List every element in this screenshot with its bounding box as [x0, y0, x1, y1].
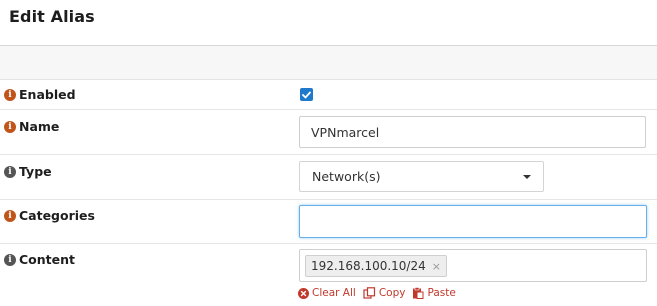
row-type: i Type Network(s) [0, 155, 657, 200]
times-circle-icon [298, 287, 309, 299]
copy-icon [363, 287, 376, 299]
categories-input[interactable] [299, 205, 647, 238]
content-label-group: i Content [4, 252, 75, 267]
info-icon[interactable]: i [4, 253, 16, 266]
page-header: Edit Alias [0, 0, 657, 46]
row-name: i Name VPNmarcel [0, 110, 657, 155]
copy-button[interactable]: Copy [363, 287, 406, 299]
check-icon [302, 91, 311, 98]
info-icon[interactable]: i [4, 120, 16, 133]
clear-all-label: Clear All [312, 287, 356, 299]
name-input-value: VPNmarcel [311, 124, 380, 140]
content-actions: Clear All Copy Paste [298, 287, 463, 299]
info-icon[interactable]: i [4, 88, 16, 101]
tag-remove-icon[interactable]: × [432, 260, 441, 273]
content-tag: 192.168.100.10/24 × [305, 255, 447, 277]
content-tag-label: 192.168.100.10/24 [311, 259, 426, 273]
name-input[interactable]: VPNmarcel [299, 116, 646, 148]
categories-label-group: i Categories [4, 208, 95, 223]
info-icon[interactable]: i [4, 209, 16, 222]
name-label-group: i Name [4, 119, 59, 134]
clear-all-button[interactable]: Clear All [298, 287, 356, 299]
content-label: Content [19, 252, 75, 267]
type-label-group: i Type [4, 164, 52, 179]
row-categories: i Categories [0, 200, 657, 244]
enabled-label: Enabled [19, 87, 76, 102]
paste-label: Paste [427, 287, 456, 299]
caret-down-icon [523, 175, 531, 179]
page-title: Edit Alias [9, 7, 95, 26]
enabled-checkbox[interactable] [300, 88, 313, 101]
paste-button[interactable]: Paste [412, 287, 456, 299]
row-enabled: i Enabled [0, 80, 657, 110]
name-label: Name [19, 119, 60, 134]
type-select[interactable]: Network(s) [299, 161, 544, 192]
type-label: Type [19, 164, 52, 179]
enabled-label-group: i Enabled [4, 87, 76, 102]
paste-icon [412, 287, 424, 299]
info-icon[interactable]: i [4, 165, 16, 178]
section-header-bar [0, 46, 657, 80]
copy-label: Copy [378, 287, 406, 299]
content-tags-input[interactable]: 192.168.100.10/24 × [299, 249, 647, 282]
type-selected-value: Network(s) [312, 169, 381, 184]
categories-label: Categories [19, 208, 95, 223]
